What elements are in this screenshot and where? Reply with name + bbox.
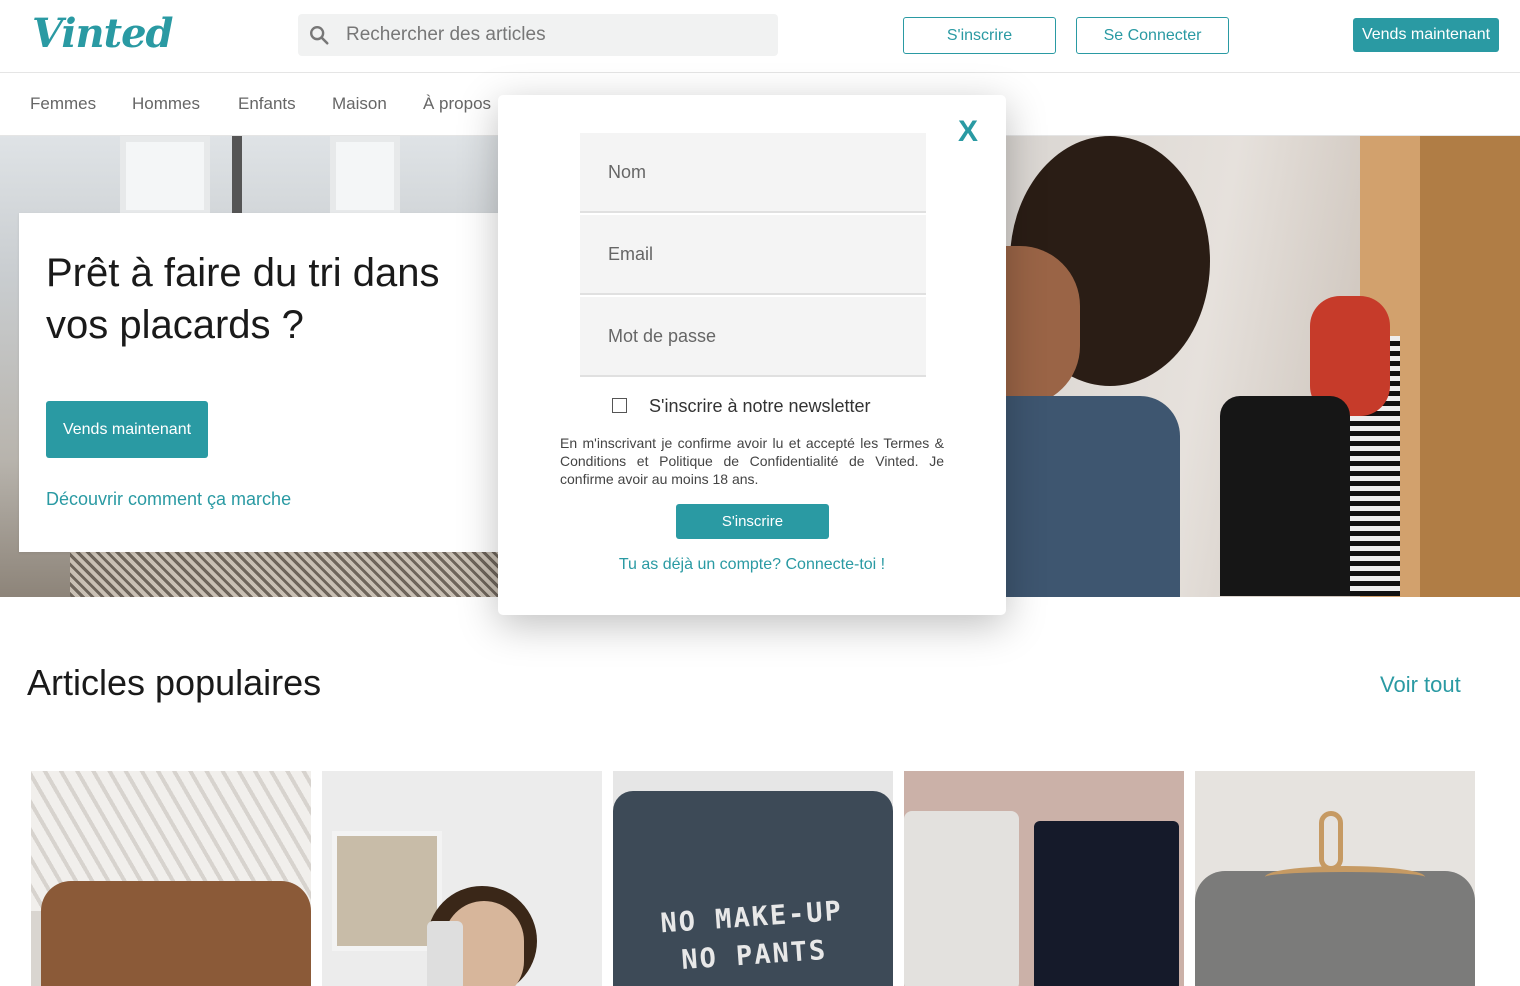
signup-button[interactable]: S'inscrire [903, 17, 1056, 54]
name-field[interactable] [580, 133, 926, 213]
see-all-link[interactable]: Voir tout [1380, 672, 1461, 698]
password-input[interactable] [580, 297, 926, 375]
sell-now-button[interactable]: Vends maintenant [1353, 18, 1499, 52]
grey-sweater [1195, 871, 1475, 986]
hero-image-right [1000, 136, 1520, 597]
woman-face [1000, 246, 1080, 406]
password-field[interactable] [580, 297, 926, 377]
search-icon [310, 26, 329, 45]
hook [1319, 811, 1343, 871]
item-image [904, 771, 1184, 986]
top-header: Vinted S'inscrire Se Connecter Vends mai… [0, 0, 1520, 73]
window [120, 136, 210, 216]
nav-item-a-propos[interactable]: À propos [423, 94, 491, 114]
item-image [322, 771, 602, 986]
newsletter-checkbox[interactable] [612, 398, 627, 413]
close-icon[interactable]: X [958, 115, 978, 149]
black-pants [1034, 821, 1179, 986]
signup-modal: X S'inscrire à notre newsletter En m'ins… [498, 95, 1006, 615]
terms-text: En m'inscrivant je confirme avoir lu et … [560, 435, 944, 487]
nav-item-enfants[interactable]: Enfants [238, 94, 296, 114]
hero-card: Prêt à faire du tri dans vos placards ? … [19, 213, 500, 552]
item-card-sweater[interactable] [1195, 771, 1475, 986]
item-card-tshirt[interactable]: NO MAKE-UP NO PANTS [613, 771, 893, 986]
nav-item-hommes[interactable]: Hommes [132, 94, 200, 114]
how-it-works-link[interactable]: Découvrir comment ça marche [46, 489, 291, 510]
window [330, 136, 400, 216]
nav-item-femmes[interactable]: Femmes [30, 94, 96, 114]
name-input[interactable] [580, 133, 926, 211]
phone [427, 921, 463, 986]
item-card-brown-bag[interactable] [31, 771, 311, 986]
item-image [1195, 771, 1475, 986]
newsletter-label[interactable]: S'inscrire à notre newsletter [649, 396, 871, 417]
denim-jacket [1000, 396, 1180, 597]
fabric [70, 546, 500, 597]
hanger [1265, 866, 1425, 888]
search-bar[interactable] [298, 14, 778, 56]
item-image [31, 771, 311, 986]
item-image: NO MAKE-UP NO PANTS [613, 771, 893, 986]
search-input[interactable] [336, 14, 766, 56]
shelf [1420, 136, 1520, 597]
popular-title: Articles populaires [27, 662, 322, 703]
item-card-selfie[interactable] [322, 771, 602, 986]
login-button[interactable]: Se Connecter [1076, 17, 1229, 54]
white-pants [904, 811, 1019, 986]
item-card-pants[interactable] [904, 771, 1184, 986]
clothes-rail [232, 136, 242, 216]
hero-title: Prêt à faire du tri dans vos placards ? [46, 251, 440, 347]
black-clothes [1220, 396, 1350, 596]
window [332, 831, 442, 951]
email-field[interactable] [580, 215, 926, 295]
vinted-logo[interactable]: Vinted [32, 10, 174, 57]
hero-sell-button[interactable]: Vends maintenant [46, 401, 208, 458]
email-input[interactable] [580, 215, 926, 293]
nav-item-maison[interactable]: Maison [332, 94, 387, 114]
modal-signup-button[interactable]: S'inscrire [676, 504, 829, 539]
login-link[interactable]: Tu as déjà un compte? Connecte-toi ! [498, 556, 1006, 574]
brown-bag [41, 881, 311, 986]
